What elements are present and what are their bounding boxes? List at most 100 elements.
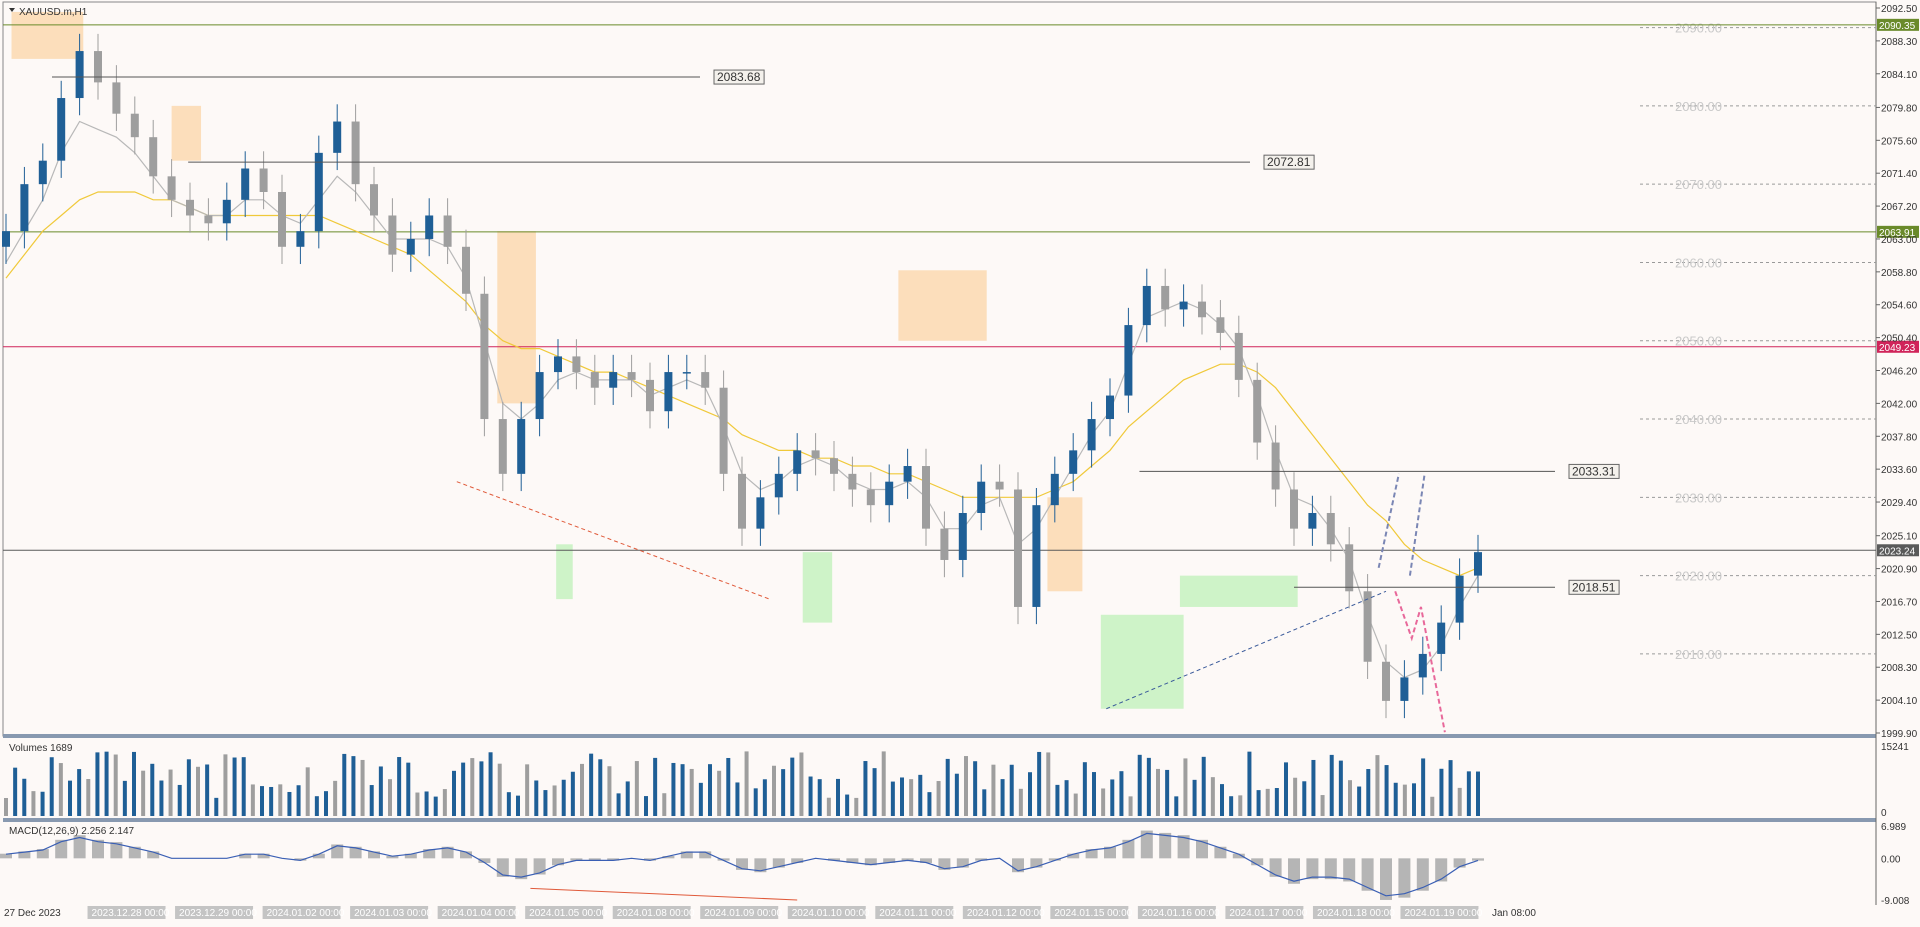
supply-zone[interactable]	[1047, 497, 1083, 592]
candle-body[interactable]	[186, 199, 194, 216]
candle-body[interactable]	[1253, 379, 1262, 443]
candle-body[interactable]	[1234, 332, 1243, 380]
candle-body[interactable]	[609, 372, 618, 388]
candle-body[interactable]	[314, 152, 323, 232]
candle-body[interactable]	[130, 113, 139, 138]
candle-body[interactable]	[995, 481, 1004, 490]
candle-body[interactable]	[204, 215, 213, 224]
candle-body[interactable]	[278, 191, 286, 247]
candle-body[interactable]	[738, 473, 746, 529]
candle-body[interactable]	[922, 466, 930, 529]
volume-bar	[461, 762, 466, 816]
panel-separator-1[interactable]	[3, 734, 1876, 738]
candle-body[interactable]	[351, 121, 360, 185]
candle-body[interactable]	[1363, 591, 1372, 662]
candle-body[interactable]	[57, 98, 66, 161]
candle-body[interactable]	[2, 231, 10, 247]
candle-body[interactable]	[701, 372, 710, 388]
candle-body[interactable]	[425, 215, 434, 239]
candle-body[interactable]	[259, 168, 268, 192]
candle-body[interactable]	[222, 199, 231, 224]
candle-body[interactable]	[75, 51, 84, 99]
candle-body[interactable]	[1437, 622, 1446, 654]
candle-body[interactable]	[370, 184, 378, 216]
candle-body[interactable]	[1014, 489, 1022, 607]
candle-body[interactable]	[443, 215, 452, 247]
supply-zone[interactable]	[898, 270, 987, 341]
panel-separator-2[interactable]	[3, 818, 1876, 822]
candle-body[interactable]	[1032, 505, 1041, 607]
candle-body[interactable]	[1142, 285, 1151, 326]
candle-body[interactable]	[1418, 653, 1427, 678]
supply-zone[interactable]	[11, 11, 84, 59]
candle-body[interactable]	[866, 489, 875, 506]
candle-body[interactable]	[20, 184, 29, 232]
candle-body[interactable]	[554, 356, 562, 373]
candle-body[interactable]	[1382, 661, 1390, 701]
candle-body[interactable]	[627, 372, 636, 380]
candle-body[interactable]	[1400, 677, 1409, 701]
candle-body[interactable]	[1179, 301, 1188, 310]
candle-body[interactable]	[94, 51, 102, 83]
candle-body[interactable]	[498, 419, 507, 474]
supply-zone[interactable]	[171, 105, 202, 161]
candle-body[interactable]	[664, 372, 673, 412]
candle-body[interactable]	[885, 481, 894, 506]
candle-body[interactable]	[590, 372, 599, 388]
candle-body[interactable]	[903, 466, 912, 482]
candle-body[interactable]	[1198, 301, 1206, 318]
demand-zone[interactable]	[1179, 575, 1298, 607]
candle-body[interactable]	[1345, 544, 1354, 592]
candle-body[interactable]	[1216, 317, 1225, 333]
candle-body[interactable]	[1474, 552, 1482, 576]
price-chart[interactable]: 2090.002080.002070.002060.002050.002040.…	[0, 0, 1920, 927]
candle-body[interactable]	[535, 372, 544, 420]
candle-body[interactable]	[1290, 489, 1298, 529]
candle-body[interactable]	[830, 458, 838, 474]
candle-body[interactable]	[38, 160, 47, 185]
macd-divergence-line[interactable]	[530, 887, 798, 901]
candle-body[interactable]	[646, 379, 654, 412]
candle-body[interactable]	[793, 450, 802, 474]
candle-body[interactable]	[480, 293, 489, 420]
candle-body[interactable]	[774, 473, 783, 498]
candle-body[interactable]	[682, 372, 691, 374]
candle-body[interactable]	[149, 137, 158, 177]
scenario-up-arrow[interactable]	[1377, 473, 1400, 569]
candle-body[interactable]	[1308, 512, 1317, 529]
demand-zone[interactable]	[1100, 614, 1184, 709]
candle-body[interactable]	[241, 168, 250, 200]
candle-body[interactable]	[1087, 419, 1096, 451]
candle-body[interactable]	[811, 450, 820, 459]
candle-body[interactable]	[572, 356, 581, 373]
candle-body[interactable]	[112, 82, 121, 114]
demand-zone[interactable]	[556, 544, 573, 600]
candle-body[interactable]	[1326, 512, 1335, 545]
candle-body[interactable]	[1271, 442, 1280, 490]
candle-body[interactable]	[756, 497, 765, 529]
demand-zone[interactable]	[802, 552, 833, 623]
supply-zone[interactable]	[497, 231, 536, 404]
volume-bar	[689, 768, 694, 816]
trendline[interactable]	[456, 481, 770, 600]
candle-body[interactable]	[1050, 473, 1059, 506]
chevron-down-icon[interactable]	[9, 8, 15, 12]
candle-body[interactable]	[1069, 450, 1078, 474]
candle-body[interactable]	[958, 512, 967, 560]
chart-header[interactable]: XAUUSD.m,H1	[9, 7, 88, 18]
candle-body[interactable]	[296, 231, 305, 247]
candle-body[interactable]	[1161, 285, 1170, 310]
candle-body[interactable]	[1455, 575, 1464, 623]
candle-body[interactable]	[406, 238, 415, 255]
candle-body[interactable]	[1106, 395, 1114, 420]
candle-body[interactable]	[719, 387, 728, 474]
candle-body[interactable]	[1124, 325, 1133, 396]
candle-body[interactable]	[388, 215, 397, 255]
candle-body[interactable]	[333, 121, 342, 153]
candle-body[interactable]	[517, 419, 526, 474]
candle-body[interactable]	[977, 481, 986, 513]
candle-body[interactable]	[167, 176, 176, 200]
candle-body[interactable]	[462, 246, 470, 294]
candle-body[interactable]	[848, 473, 857, 490]
candle-body[interactable]	[940, 528, 949, 560]
